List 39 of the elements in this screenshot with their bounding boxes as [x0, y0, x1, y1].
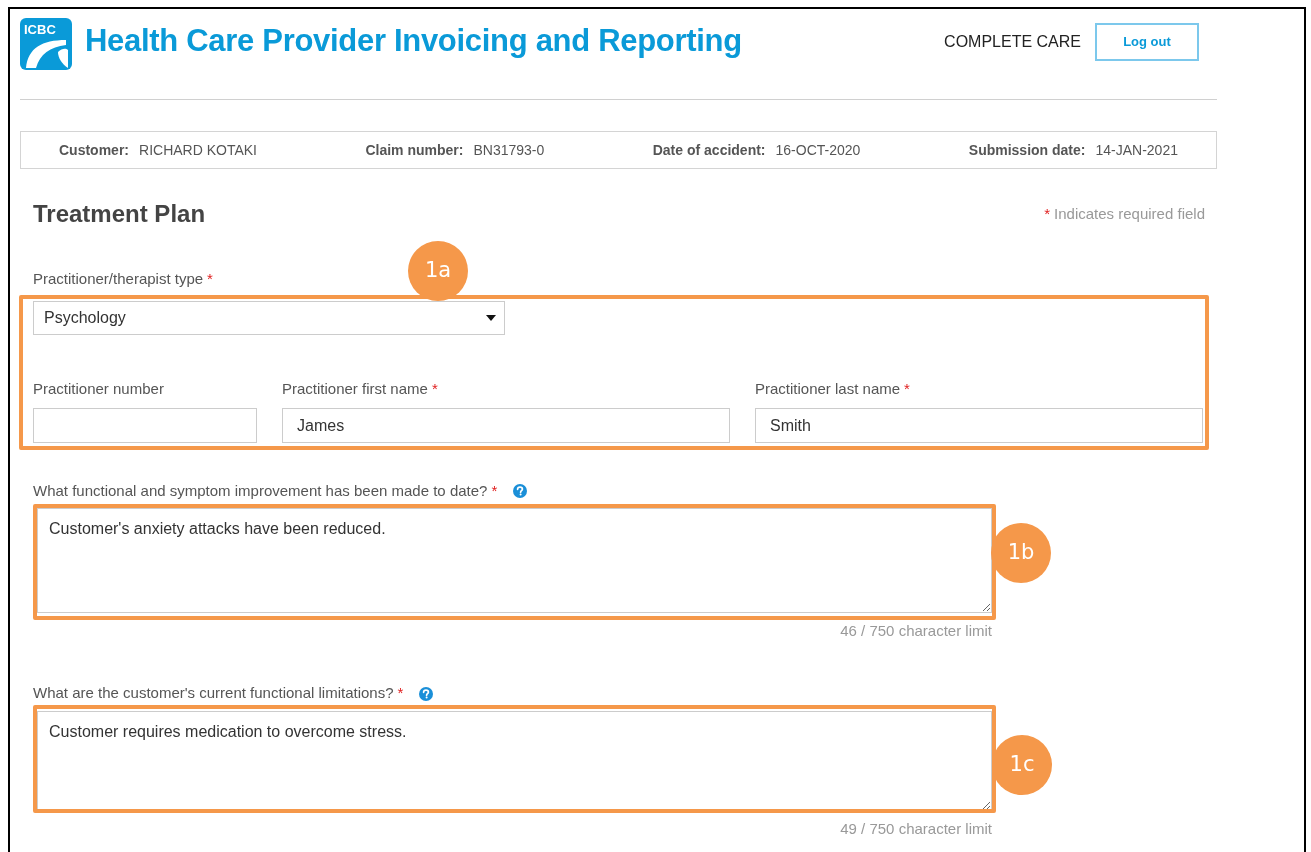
- input-field[interactable]: Smith: [755, 408, 1203, 443]
- info-label: Customer:: [59, 140, 129, 160]
- step-badge: 1b: [991, 523, 1051, 583]
- info-value: 14-JAN-2021: [1095, 140, 1178, 160]
- text-area[interactable]: Customer requires medication to overcome stress.: [37, 710, 992, 811]
- help-icon[interactable]: [513, 484, 528, 498]
- step-badge: 1a: [408, 241, 468, 301]
- info-label: Submission date:: [968, 140, 1086, 160]
- caret-icon: [486, 315, 496, 321]
- logo-icon: [20, 17, 72, 70]
- info-value: 16-OCT-2020: [775, 140, 861, 160]
- required-mark: *: [491, 480, 498, 501]
- user-name: COMPLETE CARE: [944, 31, 1081, 52]
- field-label: Practitioner/therapist type: [33, 268, 204, 289]
- required-mark: *: [207, 268, 213, 289]
- required-mark: *: [1044, 203, 1051, 224]
- input-field[interactable]: [33, 408, 257, 443]
- field-label: Practitioner last name: [755, 378, 901, 399]
- logo-text: ICBC: [24, 20, 56, 39]
- character-counter: 49 / 750 character limit: [840, 818, 992, 839]
- character-counter: 46 / 750 character limit: [840, 621, 992, 641]
- app-title: Health Care Provider Invoicing and Reporting: [85, 22, 742, 61]
- field-label: Practitioner first name: [282, 378, 428, 399]
- input-field[interactable]: James: [282, 408, 730, 443]
- form-title: Treatment Plan: [33, 199, 206, 229]
- info-label: Date of accident:: [652, 140, 766, 160]
- field-label: Practitioner number: [33, 378, 164, 399]
- info-label: Claim number:: [365, 140, 464, 160]
- dropdown[interactable]: Psychology: [33, 301, 505, 335]
- required-mark: *: [431, 378, 438, 399]
- info-value: RICHARD KOTAKI: [139, 140, 257, 160]
- required-mark: *: [904, 378, 910, 399]
- help-icon[interactable]: [419, 686, 434, 701]
- info-value: BN31793-0: [473, 140, 545, 160]
- field-label: What functional and symptom improvement has been made to date?: [33, 480, 488, 501]
- required-mark: *: [397, 683, 404, 704]
- field-label: What are the customer's current functional limitations?: [33, 683, 394, 704]
- text-area[interactable]: Customer's anxiety attacks have been reduced.: [37, 508, 992, 613]
- required-note: Indicates required field: [1054, 203, 1205, 224]
